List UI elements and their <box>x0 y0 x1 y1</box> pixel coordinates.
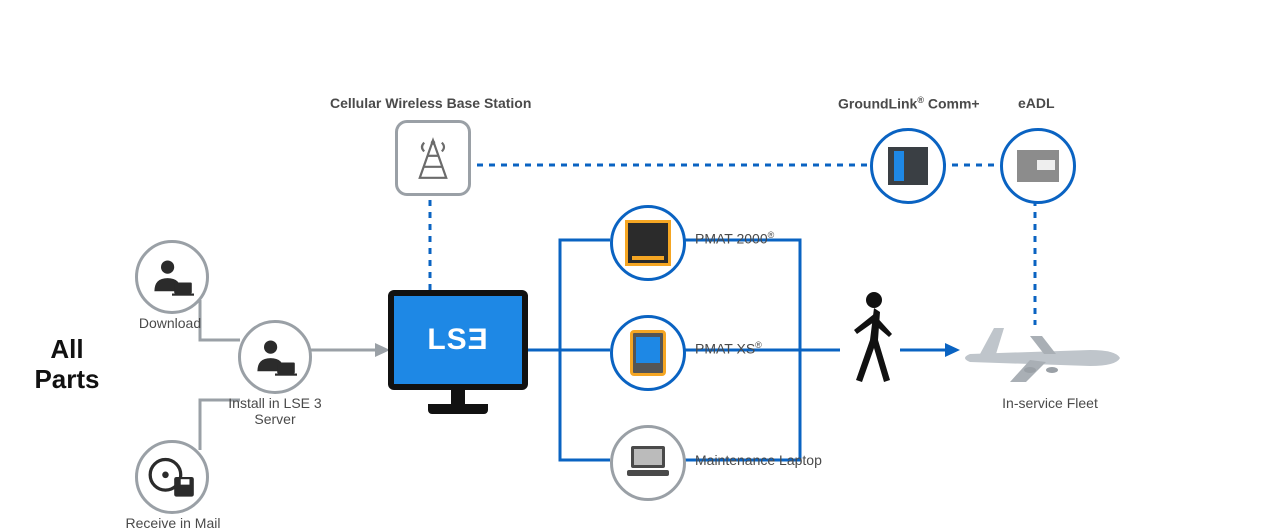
all-parts-line1: All <box>50 334 83 364</box>
maintenance-laptop-node <box>610 425 686 501</box>
install-label: Install in LSE 3 Server <box>225 395 325 427</box>
fleet-label: In-service Fleet <box>1000 395 1100 411</box>
airplane-icon <box>960 320 1130 390</box>
groundlink-suffix: Comm+ <box>924 96 980 112</box>
pmat2000-label: PMAT 2000® <box>695 230 774 247</box>
pmatxs-text: PMAT XS <box>695 341 755 357</box>
registered-mark: ® <box>755 340 762 350</box>
all-parts-title: All Parts <box>22 335 112 395</box>
groundlink-text: GroundLink <box>838 96 917 112</box>
eadl-node <box>1000 128 1076 204</box>
install-node <box>238 320 312 394</box>
pmat2000-icon <box>625 220 671 266</box>
eadl-icon <box>1017 150 1059 182</box>
groundlink-icon <box>888 147 928 185</box>
cellular-label: Cellular Wireless Base Station <box>330 95 531 111</box>
laptop-icon <box>625 442 671 485</box>
pmatxs-icon <box>630 330 666 376</box>
receive-label: Receive in Mail <box>118 515 228 531</box>
person-laptop-icon <box>150 258 194 296</box>
lse-screen: LSƎ <box>394 296 522 384</box>
maintenance-laptop-label: Maintenance Laptop <box>695 452 822 468</box>
lse-server-node: LSƎ <box>388 290 528 440</box>
pmat2000-text: PMAT 2000 <box>695 231 768 247</box>
fleet-node <box>960 320 1130 390</box>
groundlink-label: GroundLink® Comm+ <box>838 95 980 112</box>
disc-floppy-icon <box>148 455 196 499</box>
walker-node <box>840 290 900 390</box>
monitor-neck <box>451 390 465 404</box>
monitor-bezel: LSƎ <box>388 290 528 390</box>
walking-person-icon <box>840 290 900 390</box>
registered-mark: ® <box>917 95 924 105</box>
cell-tower-icon <box>411 136 455 180</box>
diagram-stage: All Parts Download Install in LSE 3 Serv… <box>0 0 1280 530</box>
download-label: Download <box>130 315 210 331</box>
person-laptop-icon <box>253 338 297 376</box>
pmat2000-node <box>610 205 686 281</box>
receive-node <box>135 440 209 514</box>
monitor-base <box>428 404 488 414</box>
groundlink-node <box>870 128 946 204</box>
cellular-node <box>395 120 471 196</box>
registered-mark: ® <box>768 230 775 240</box>
eadl-label: eADL <box>1018 95 1055 111</box>
pmatxs-node <box>610 315 686 391</box>
pmatxs-label: PMAT XS® <box>695 340 762 357</box>
all-parts-line2: Parts <box>34 364 99 394</box>
download-node <box>135 240 209 314</box>
